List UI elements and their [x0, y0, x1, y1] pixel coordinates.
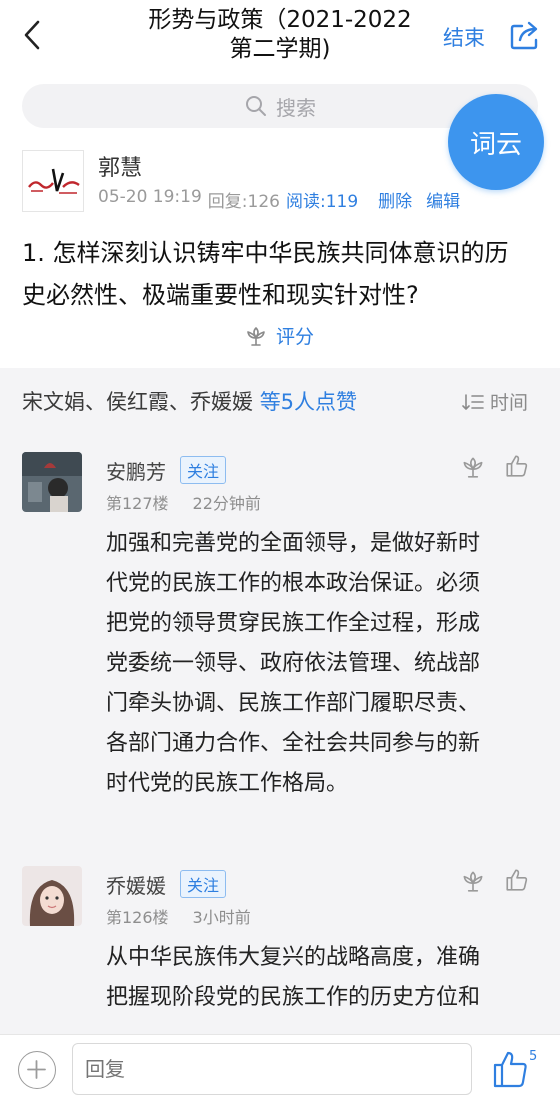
back-arrow-icon[interactable] — [18, 18, 48, 52]
like-count: 5 — [529, 1049, 538, 1064]
page-title-line-2: 第二学期) — [229, 36, 331, 62]
rate-button[interactable]: 评分 — [244, 322, 314, 349]
commenter-avatar-image — [22, 452, 82, 512]
reply-input[interactable] — [72, 1043, 472, 1095]
edit-link[interactable]: 编辑 — [426, 187, 460, 212]
comment-line: 各部门通力合作、全社会共同参与的新 — [106, 731, 481, 756]
reply-bar: 5 — [0, 1034, 560, 1104]
add-attachment-button[interactable] — [18, 1051, 56, 1089]
follow-button[interactable]: 关注 — [180, 456, 227, 484]
commenter-name[interactable]: 乔媛媛 — [106, 870, 166, 899]
likers-list: 宋文娟、侯红霞、乔媛媛 等5人点赞 — [22, 386, 357, 416]
like-count-link[interactable]: 等5人点赞 — [260, 390, 357, 414]
share-icon[interactable] — [508, 18, 542, 52]
comment-time: 3小时前 — [192, 908, 251, 927]
commenter-avatar[interactable] — [22, 866, 82, 926]
flower-icon — [247, 326, 265, 346]
comment-meta: 第126楼 3小时前 — [106, 904, 251, 928]
search-icon — [246, 96, 266, 116]
word-cloud-button[interactable]: 词云 — [448, 94, 544, 190]
sort-icon — [462, 393, 484, 410]
question-line-1: 1. 怎样深刻认识铸牢中华民族共同体意识的历 — [22, 239, 509, 267]
flower-icon[interactable] — [460, 454, 486, 480]
comment-time: 22分钟前 — [192, 494, 261, 513]
comment-list: 安鹏芳 关注 第127楼 22分钟前 加强和完善党的全面领导，是做好新时 代党的民… — [0, 436, 560, 1036]
follow-button[interactable]: 关注 — [180, 870, 227, 898]
question-text: 1. 怎样深刻认识铸牢中华民族共同体意识的历 史必然性、极端重要性和现实针对性? — [22, 232, 542, 316]
flower-icon[interactable] — [460, 868, 486, 894]
post-date: 05-20 19:19 — [98, 187, 202, 207]
comment-line: 门牵头协调、民族工作部门履职尽责、 — [106, 691, 481, 716]
like-thumbs-up-icon[interactable] — [492, 1049, 528, 1089]
likes-bar: 宋文娟、侯红霞、乔媛媛 等5人点赞 时间 — [0, 368, 560, 436]
commenter-avatar[interactable] — [22, 452, 82, 512]
author-avatar[interactable] — [22, 150, 84, 212]
comment-line: 把握现阶段党的民族工作的历史方位和 — [106, 985, 481, 1010]
comment-meta: 第127楼 22分钟前 — [106, 490, 261, 514]
comment-line: 加强和完善党的全面领导，是做好新时 — [106, 531, 481, 556]
search-placeholder: 搜索 — [276, 95, 316, 120]
sort-label: 时间 — [490, 392, 529, 414]
floor-number: 第127楼 — [106, 494, 169, 513]
comment-item: 乔媛媛 关注 第126楼 3小时前 从中华民族伟大复兴的战略高度，准确 把握现阶段… — [0, 850, 560, 1036]
page-title: 形势与政策（2021-2022 第二学期) — [110, 6, 450, 64]
comment-line: 把党的领导贯穿民族工作全过程，形成 — [106, 611, 481, 636]
comment-text: 加强和完善党的全面领导，是做好新时 代党的民族工作的根本政治保证。必须 把党的领… — [106, 524, 542, 804]
author-logo-image — [23, 151, 83, 211]
page-title-line-1: 形势与政策（2021-2022 — [148, 7, 412, 33]
reply-count: 回复:126 — [207, 192, 280, 212]
thumbs-up-icon[interactable] — [504, 867, 530, 893]
plus-icon — [27, 1060, 46, 1079]
read-count[interactable]: 阅读:119 — [286, 187, 358, 212]
comment-item: 安鹏芳 关注 第127楼 22分钟前 加强和完善党的全面领导，是做好新时 代党的民… — [0, 436, 560, 846]
comment-line: 代党的民族工作的根本政治保证。必须 — [106, 571, 481, 596]
question-line-2: 史必然性、极端重要性和现实针对性? — [22, 281, 419, 309]
author-name[interactable]: 郭慧 — [98, 150, 142, 182]
commenter-avatar-image — [22, 866, 82, 926]
comment-line: 时代党的民族工作格局。 — [106, 771, 349, 796]
comment-line: 党委统一领导、政府依法管理、统战部 — [106, 651, 481, 676]
commenter-name[interactable]: 安鹏芳 — [106, 456, 166, 485]
sort-by-time-button[interactable]: 时间 — [462, 388, 528, 415]
end-button[interactable]: 结束 — [443, 22, 485, 52]
floor-number: 第126楼 — [106, 908, 169, 927]
liker-names: 宋文娟、侯红霞、乔媛媛 — [22, 390, 253, 414]
thumbs-up-icon[interactable] — [504, 453, 530, 479]
rate-label: 评分 — [276, 326, 315, 348]
delete-link[interactable]: 删除 — [378, 187, 412, 212]
post-meta: 05-20 19:19 回复:126 阅读:119 删除 编辑 — [98, 187, 460, 212]
comment-text: 从中华民族伟大复兴的战略高度，准确 把握现阶段党的民族工作的历史方位和 — [106, 938, 542, 1018]
top-nav-bar: 形势与政策（2021-2022 第二学期) 结束 — [0, 0, 560, 70]
comment-line: 从中华民族伟大复兴的战略高度，准确 — [106, 945, 481, 970]
